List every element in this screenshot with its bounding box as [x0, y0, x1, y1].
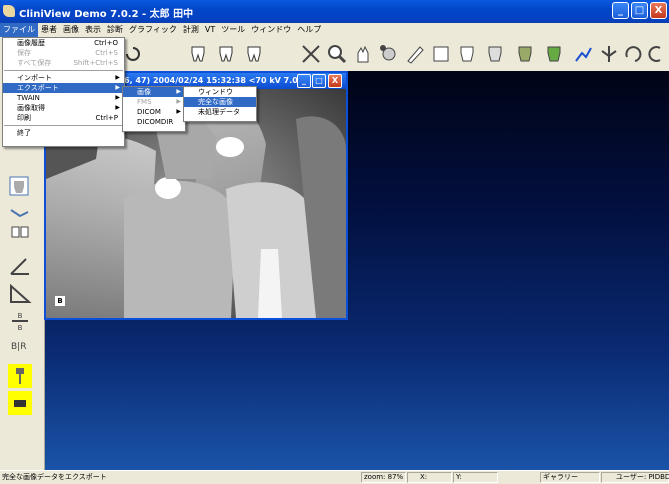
image-corner-marker: B — [55, 296, 65, 306]
zoom-icon[interactable] — [326, 43, 348, 65]
menu-measure[interactable]: 計測 — [180, 23, 202, 37]
svg-text:B: B — [18, 312, 23, 320]
rotate-icon[interactable] — [622, 43, 644, 65]
pan-hand-icon[interactable] — [352, 43, 374, 65]
export-submenu: 画像 ▶ FMS ▶ DICOM ▶ DICOMDIR — [122, 86, 186, 132]
redo-icon[interactable] — [122, 43, 144, 65]
menu-patient[interactable]: 患者 — [38, 23, 60, 37]
menu-tools[interactable]: ツール — [218, 23, 248, 37]
coord-y-label: Y: — [456, 473, 462, 481]
minimize-button[interactable]: _ — [612, 2, 629, 19]
user-label: ユーザー: PIDBDefault — [616, 473, 669, 481]
gallery-cell[interactable]: ギャラリー — [540, 472, 600, 483]
magnify-area-icon[interactable] — [378, 43, 400, 65]
svg-text:B|R: B|R — [11, 342, 26, 352]
submenu-item-fms[interactable]: FMS ▶ — [123, 97, 185, 107]
menu-item-save-all[interactable]: すべて保存 Shift+Ctrl+S — [3, 58, 124, 68]
teeth-group-icon[interactable] — [8, 223, 32, 247]
image-export-submenu: ウィンドウ 完全な画像 未処理データ — [183, 86, 257, 122]
undo-icon[interactable] — [646, 43, 668, 65]
image-maximize-button[interactable]: □ — [312, 74, 326, 88]
image-minimize-button[interactable]: _ — [297, 74, 311, 88]
fullscreen-icon[interactable] — [300, 43, 322, 65]
menu-window[interactable]: ウィンドウ — [248, 23, 294, 37]
submenu-item-dicomdir[interactable]: DICOMDIR — [123, 117, 185, 127]
tooth-tool-2-icon[interactable] — [215, 43, 237, 65]
submenu-item-dicom[interactable]: DICOM ▶ — [123, 107, 185, 117]
maximize-button[interactable]: □ — [631, 2, 648, 19]
menu-item-acquire[interactable]: 画像取得 ▶ — [3, 103, 124, 113]
tooth-view-2-icon[interactable] — [484, 43, 506, 65]
menu-file[interactable]: ファイル — [0, 23, 38, 37]
coord-x-label: X: — [420, 473, 428, 481]
close-button[interactable]: X — [650, 2, 667, 19]
menu-separator — [4, 70, 123, 71]
tooth-tool-3-icon[interactable] — [243, 43, 265, 65]
chart-arrow-icon[interactable] — [572, 43, 594, 65]
tooth-tool-icon[interactable] — [187, 43, 209, 65]
submenu-item-window[interactable]: ウィンドウ — [184, 87, 256, 97]
app-icon — [3, 5, 15, 17]
image-close-button[interactable]: X — [328, 74, 342, 88]
window-titlebar[interactable]: CliniView Demo 7.0.2 - 太郎 田中 _ □ X — [0, 0, 669, 23]
color-tooth-2-icon[interactable] — [543, 43, 565, 65]
menu-image[interactable]: 画像 — [60, 23, 82, 37]
ratio-icon[interactable]: BB — [8, 309, 32, 333]
menu-graphics[interactable]: グラフィック — [126, 23, 180, 37]
svg-text:B: B — [18, 324, 23, 332]
file-menu: 画像履歴 Ctrl+O 保存 Ctrl+S すべて保存 Shift+Ctrl+S イン… — [2, 37, 125, 147]
angle-icon[interactable] — [8, 254, 32, 278]
window-title: CliniView Demo 7.0.2 - 太郎 田中 — [19, 9, 194, 20]
flip-icon[interactable] — [598, 43, 620, 65]
status-message: 完全な画像データをエクスポート — [2, 473, 107, 481]
submenu-item-image[interactable]: 画像 ▶ — [123, 87, 185, 97]
menu-item-twain[interactable]: TWAIN ▶ — [3, 93, 124, 103]
menu-item-save[interactable]: 保存 Ctrl+S — [3, 48, 124, 58]
menubar: ファイル 患者 画像 表示 診断 グラフィック 計測 VT ツール ウィンドウ ヘルプ — [0, 23, 669, 37]
menu-help[interactable]: ヘルプ — [294, 23, 324, 37]
menu-view[interactable]: 表示 — [82, 23, 104, 37]
color-tooth-icon[interactable] — [514, 43, 536, 65]
zoom-cell: zoom: 87% — [361, 472, 406, 483]
battery-tool-icon[interactable] — [8, 391, 32, 415]
tooth-select-icon[interactable] — [8, 175, 32, 199]
submenu-item-full-image[interactable]: 完全な画像 — [184, 97, 256, 107]
submenu-item-raw-data[interactable]: 未処理データ — [184, 107, 256, 117]
menu-item-import[interactable]: インポート ▶ — [3, 73, 124, 83]
statusbar: 完全な画像データをエクスポート zoom: 87% X: Y: ギャラリー ユー… — [0, 470, 669, 484]
gallery-label: ギャラリー — [543, 473, 578, 481]
coord-y-cell: Y: — [453, 472, 498, 483]
zoom-level: zoom: 87% — [364, 473, 404, 481]
coord-x-cell: X: — [407, 472, 452, 483]
tooth-view-icon[interactable] — [456, 43, 478, 65]
menu-item-export[interactable]: エクスポート ▶ — [3, 83, 124, 93]
menu-vt[interactable]: VT — [202, 23, 218, 37]
sharpen-icon[interactable] — [404, 43, 426, 65]
menu-item-image-history[interactable]: 画像履歴 Ctrl+O — [3, 38, 124, 48]
triangle-icon[interactable] — [8, 282, 32, 306]
menu-item-exit[interactable]: 終了 — [3, 128, 124, 138]
menu-item-print[interactable]: 印刷 Ctrl+P — [3, 113, 124, 123]
implant-tool-icon[interactable] — [8, 364, 32, 388]
tooth-chart-icon[interactable] — [430, 43, 452, 65]
menu-separator — [4, 125, 123, 126]
split-icon[interactable]: B|R — [8, 333, 32, 357]
menu-diagnosis[interactable]: 診断 — [104, 23, 126, 37]
user-cell: ユーザー: PIDBDefault — [601, 472, 669, 483]
